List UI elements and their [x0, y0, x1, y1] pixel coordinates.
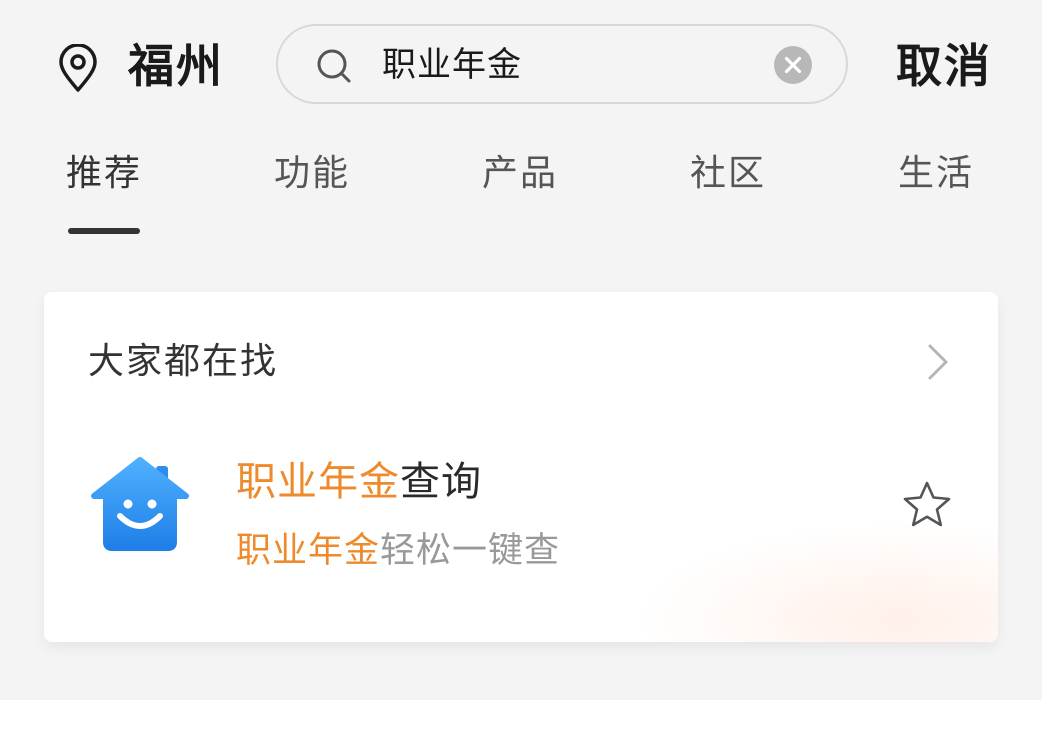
chevron-right-icon[interactable] [922, 342, 952, 382]
city-selector[interactable]: 福州 [128, 34, 224, 98]
desc-highlight: 职业年金 [236, 531, 381, 571]
category-tabs: 推荐 功能 产品 社区 生活 [0, 148, 1042, 238]
tab-recommend[interactable]: 推荐 [66, 148, 142, 200]
bottom-area [0, 700, 1042, 742]
tab-community[interactable]: 社区 [690, 148, 766, 200]
tab-functions[interactable]: 功能 [274, 148, 350, 200]
name-highlight: 职业年金 [236, 459, 400, 505]
cancel-button[interactable]: 取消 [896, 34, 992, 98]
active-tab-indicator [68, 228, 140, 234]
search-input[interactable]: 职业年金 [276, 24, 848, 104]
popular-searches-card: 大家都在找 职业年金查询 职业年金轻松一键查 [44, 292, 998, 642]
name-rest: 查询 [400, 459, 482, 505]
card-title: 大家都在找 [88, 341, 279, 382]
card-background-glow [634, 522, 998, 642]
search-icon [314, 46, 354, 86]
result-app-name[interactable]: 职业年金查询 [236, 454, 482, 510]
tab-life[interactable]: 生活 [898, 148, 974, 200]
desc-rest: 轻松一键查 [380, 531, 561, 571]
smiley-house-icon[interactable] [88, 456, 192, 552]
clear-icon[interactable] [774, 46, 812, 84]
search-query-text[interactable]: 职业年金 [382, 36, 522, 94]
star-icon[interactable] [902, 480, 952, 528]
location-pin-icon[interactable] [56, 43, 100, 94]
result-app-description: 职业年金轻松一键查 [236, 526, 560, 576]
tab-products[interactable]: 产品 [482, 148, 558, 200]
search-header: 福州 职业年金 取消 [0, 0, 1042, 130]
